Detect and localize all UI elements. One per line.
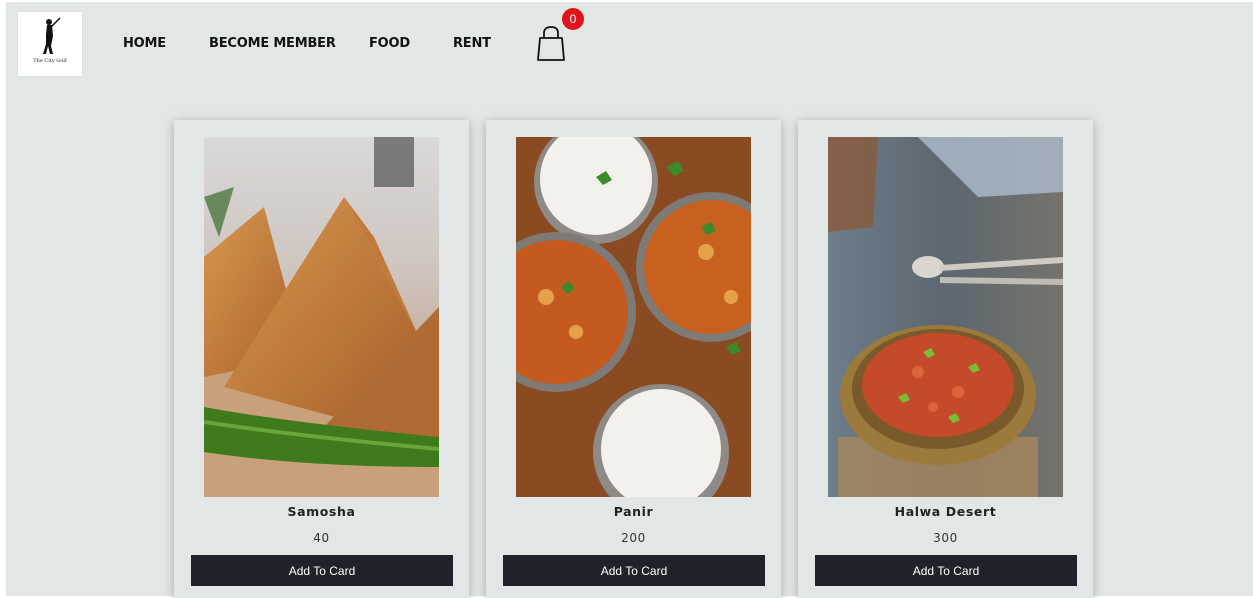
product-price: 300 (933, 531, 958, 545)
cart-count-badge: 0 (562, 8, 584, 30)
site-logo[interactable]: The City Golf (18, 12, 82, 76)
product-card: Panir 200 Add To Card (486, 120, 781, 598)
nav-rent[interactable]: RENT (453, 36, 491, 51)
product-name: Panir (613, 504, 654, 519)
add-to-cart-button[interactable]: Add To Card (815, 555, 1077, 586)
nav-become-member[interactable]: BECOME MEMBER (209, 36, 336, 51)
nav-home[interactable]: HOME (123, 36, 166, 51)
golfer-icon (43, 17, 61, 54)
add-to-cart-button[interactable]: Add To Card (191, 555, 453, 586)
paneer-image (516, 137, 751, 497)
product-name: Halwa Desert (894, 504, 997, 519)
halwa-image (828, 137, 1063, 497)
cart-button[interactable] (536, 24, 566, 64)
product-price: 200 (621, 531, 646, 545)
product-price: 40 (313, 531, 330, 545)
product-card: Halwa Desert 300 Add To Card (798, 120, 1093, 598)
product-card: Samosha 40 Add To Card (174, 120, 469, 598)
logo-text: The City Golf (33, 58, 67, 64)
samosa-image (204, 137, 439, 497)
product-name: Samosha (287, 504, 356, 519)
page: The City Golf HOME BECOME MEMBER FOOD RE… (6, 2, 1253, 598)
nav-food[interactable]: FOOD (369, 36, 410, 51)
shopping-bag-icon (537, 26, 565, 61)
add-to-cart-button[interactable]: Add To Card (503, 555, 765, 586)
